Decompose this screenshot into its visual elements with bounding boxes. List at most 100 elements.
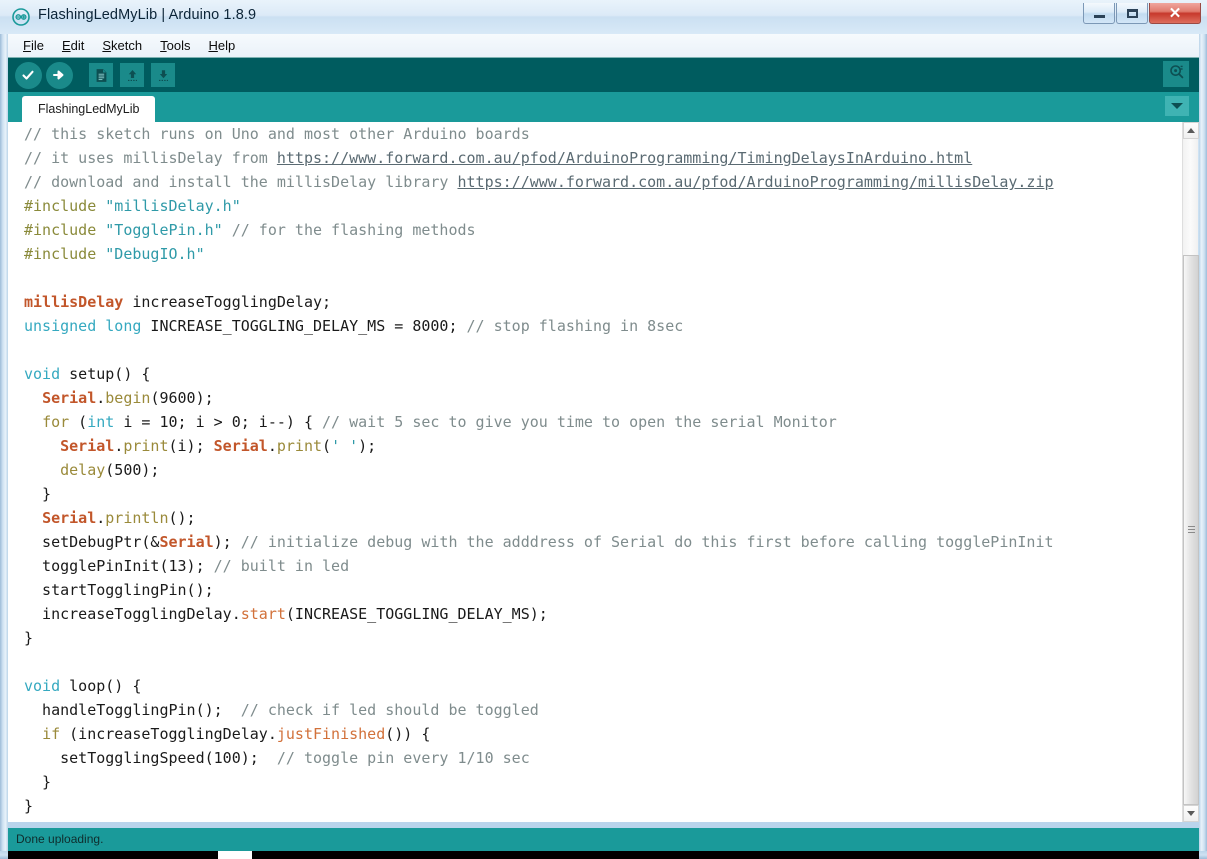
- code-line: if (increaseTogglingDelay.justFinished()…: [24, 722, 1054, 746]
- code-token: (: [322, 437, 331, 455]
- menu-item-help[interactable]: Help: [199, 36, 244, 55]
- window-title: FlashingLedMyLib | Arduino 1.8.9: [38, 7, 256, 23]
- close-button[interactable]: ✕: [1149, 3, 1201, 24]
- chevron-down-icon: [1171, 103, 1183, 109]
- code-line: startTogglingPin();: [24, 578, 1054, 602]
- code-token: ' ': [331, 437, 358, 455]
- scroll-down-button[interactable]: [1183, 805, 1199, 822]
- grip-icon: [1188, 526, 1195, 535]
- code-token: start: [241, 605, 286, 623]
- code-line: [24, 266, 1054, 290]
- code-line: Serial.println();: [24, 506, 1054, 530]
- code-token: INCREASE_TOGGLING_DELAY_MS = 8000;: [141, 317, 466, 335]
- sketch-tab-flashingledmylib[interactable]: FlashingLedMyLib: [22, 96, 155, 122]
- code-line: millisDelay increaseTogglingDelay;: [24, 290, 1054, 314]
- code-token: increaseTogglingDelay.: [24, 605, 241, 623]
- code-token: delay: [60, 461, 105, 479]
- code-line: [24, 650, 1054, 674]
- code-token: );: [214, 533, 241, 551]
- new-sketch-button[interactable]: [87, 61, 115, 89]
- code-text[interactable]: // this sketch runs on Uno and most othe…: [24, 122, 1054, 818]
- menu-item-file[interactable]: FFileile: [14, 36, 53, 55]
- code-token: print: [277, 437, 322, 455]
- menu-bar: FFileile Edit Sketch Tools Help: [8, 34, 1199, 58]
- code-token: // this sketch runs on Uno and most othe…: [24, 125, 530, 143]
- code-token: // wait 5 sec to give you time to open t…: [322, 413, 837, 431]
- code-token: long: [105, 317, 141, 335]
- code-line: }: [24, 482, 1054, 506]
- menu-item-edit[interactable]: Edit: [53, 36, 93, 55]
- code-token: #include: [24, 221, 96, 239]
- console-panel: [8, 851, 1199, 859]
- code-line: // it uses millisDelay from https://www.…: [24, 146, 1054, 170]
- code-token: [96, 197, 105, 215]
- new-file-icon: [89, 63, 113, 87]
- scrollbar-thumb[interactable]: [1183, 255, 1199, 805]
- code-token: // stop flashing in 8sec: [467, 317, 684, 335]
- code-token: (i);: [169, 437, 214, 455]
- open-sketch-button[interactable]: [118, 61, 146, 89]
- code-line: #include "TogglePin.h" // for the flashi…: [24, 218, 1054, 242]
- verify-button[interactable]: [14, 61, 42, 89]
- code-token: Serial: [214, 437, 268, 455]
- code-line: setDebugPtr(&Serial); // initialize debu…: [24, 530, 1054, 554]
- code-token: void: [24, 365, 60, 383]
- code-token: [223, 221, 232, 239]
- code-token: Serial: [42, 389, 96, 407]
- code-token: print: [123, 437, 168, 455]
- code-line: delay(500);: [24, 458, 1054, 482]
- code-token: loop() {: [60, 677, 141, 695]
- code-token: (500);: [105, 461, 159, 479]
- console-resize-handle[interactable]: [218, 851, 252, 859]
- code-token: [96, 221, 105, 239]
- minimize-button[interactable]: [1083, 3, 1115, 24]
- save-sketch-button[interactable]: [149, 61, 177, 89]
- serial-monitor-button[interactable]: [1163, 61, 1189, 87]
- code-token: ();: [169, 509, 196, 527]
- maximize-button[interactable]: [1116, 3, 1148, 24]
- check-icon: [15, 62, 42, 89]
- arduino-toolbar: [8, 58, 1199, 92]
- arrow-right-icon: [46, 62, 73, 89]
- code-token: [24, 509, 42, 527]
- code-token: Serial: [60, 437, 114, 455]
- menu-item-sketch[interactable]: Sketch: [93, 36, 151, 55]
- code-line: // download and install the millisDelay …: [24, 170, 1054, 194]
- code-token: println: [105, 509, 168, 527]
- editor-vertical-scrollbar[interactable]: [1182, 122, 1198, 822]
- code-token: [24, 389, 42, 407]
- code-token: Serial: [159, 533, 213, 551]
- code-line: Serial.begin(9600);: [24, 386, 1054, 410]
- arrow-up-icon: [120, 63, 144, 87]
- triangle-up-icon: [1187, 128, 1195, 133]
- code-token: ()) {: [385, 725, 430, 743]
- code-token: (INCREASE_TOGGLING_DELAY_MS);: [286, 605, 548, 623]
- code-token: // initialize debug with the adddress of…: [241, 533, 1054, 551]
- tab-dropdown-button[interactable]: [1165, 96, 1189, 116]
- code-token: [96, 317, 105, 335]
- code-token: [24, 461, 60, 479]
- code-token: for: [42, 413, 69, 431]
- code-token: // built in led: [214, 557, 349, 575]
- code-token: .: [268, 437, 277, 455]
- triangle-down-icon: [1187, 811, 1195, 816]
- menu-item-tools[interactable]: Tools: [151, 36, 199, 55]
- code-token: justFinished: [277, 725, 385, 743]
- code-token: // download and install the millisDelay …: [24, 173, 457, 191]
- code-line: void loop() {: [24, 674, 1054, 698]
- code-token: int: [87, 413, 114, 431]
- upload-button[interactable]: [45, 61, 73, 89]
- scroll-up-button[interactable]: [1183, 122, 1199, 139]
- code-link[interactable]: https://www.forward.com.au/pfod/ArduinoP…: [457, 173, 1053, 191]
- code-editor[interactable]: // this sketch runs on Uno and most othe…: [8, 122, 1184, 822]
- code-link[interactable]: https://www.forward.com.au/pfod/ArduinoP…: [277, 149, 972, 167]
- magnifier-icon: [1168, 63, 1185, 85]
- code-line: Serial.print(i); Serial.print(' ');: [24, 434, 1054, 458]
- code-line: handleTogglingPin(); // check if led sho…: [24, 698, 1054, 722]
- code-token: .: [96, 389, 105, 407]
- code-line: unsigned long INCREASE_TOGGLING_DELAY_MS…: [24, 314, 1054, 338]
- code-token: // toggle pin every 1/10 sec: [277, 749, 530, 767]
- code-token: // for the flashing methods: [232, 221, 476, 239]
- code-token: #include: [24, 197, 96, 215]
- code-token: begin: [105, 389, 150, 407]
